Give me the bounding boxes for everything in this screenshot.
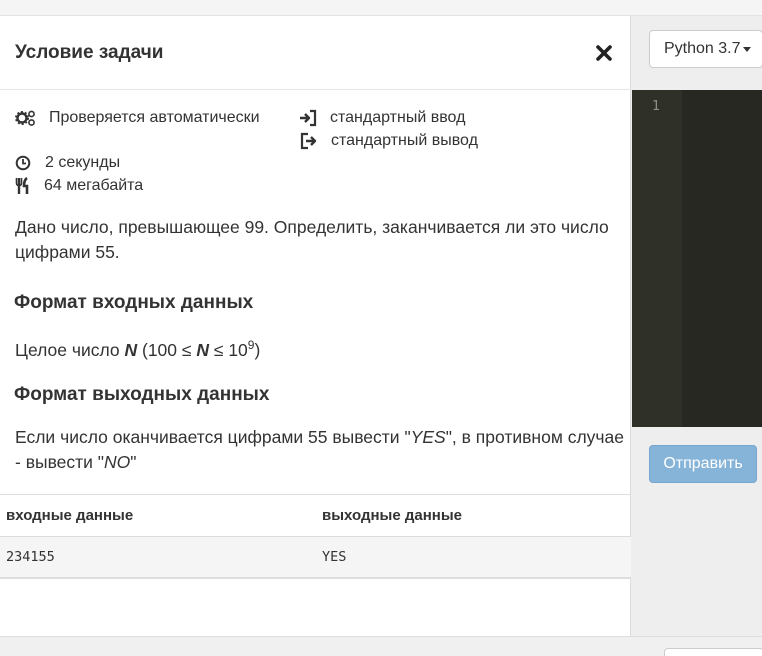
memory-limit-text: 64 мегабайта [44,177,144,194]
header-input: входные данные [6,507,134,524]
samples-header: входные данные выходные данные [0,494,631,537]
table-row: 234155 YES [0,537,631,579]
input-type-text: стандартный ввод [330,109,466,126]
panel-header: Условие задачи [0,16,631,90]
line-number: 1 [652,99,660,114]
output-format-text: Если число оканчивается цифрами 55 вывес… [15,427,625,472]
sample-input: 234155 [6,549,55,565]
header-output: выходные данные [322,507,463,524]
checker-info: Проверяется автоматически [15,109,260,127]
submit-button[interactable]: Отправить [649,445,757,483]
bottom-button[interactable] [664,648,762,656]
top-bar [0,0,762,16]
language-select[interactable]: Python 3.7 [649,30,762,68]
code-editor[interactable]: 1 [632,90,762,427]
cutlery-icon [15,177,31,195]
panel-title: Условие задачи [15,42,164,63]
editor-gutter: 1 [632,90,682,427]
sample-output: YES [322,549,347,565]
sign-in-icon [299,109,319,127]
output-type-info: стандартный вывод [299,132,478,150]
problem-panel: Условие задачи Проверяется автоматически… [0,16,631,636]
caret-down-icon [742,46,751,52]
memory-limit-info: 64 мегабайта [15,177,143,195]
input-type-info: стандартный ввод [299,109,465,127]
gears-icon [15,109,37,127]
close-icon[interactable] [593,42,615,64]
problem-statement: Дано число, превышающее 99. Определить, … [15,217,609,262]
language-label: Python 3.7 [664,40,741,57]
bottom-bar [0,636,762,656]
time-limit-info: 2 секунды [15,154,120,172]
input-format-text: Целое число N (100 ≤ N ≤ 109) [15,338,261,360]
input-format-title: Формат входных данных [14,292,254,313]
clock-icon [15,155,31,171]
checker-text: Проверяется автоматически [49,109,260,126]
samples-table: входные данные выходные данные 234155 YE… [0,494,631,579]
output-type-text: стандартный вывод [331,132,478,149]
output-format-title: Формат выходных данных [14,384,270,405]
time-limit-text: 2 секунды [45,154,121,171]
sign-out-icon [299,132,319,150]
